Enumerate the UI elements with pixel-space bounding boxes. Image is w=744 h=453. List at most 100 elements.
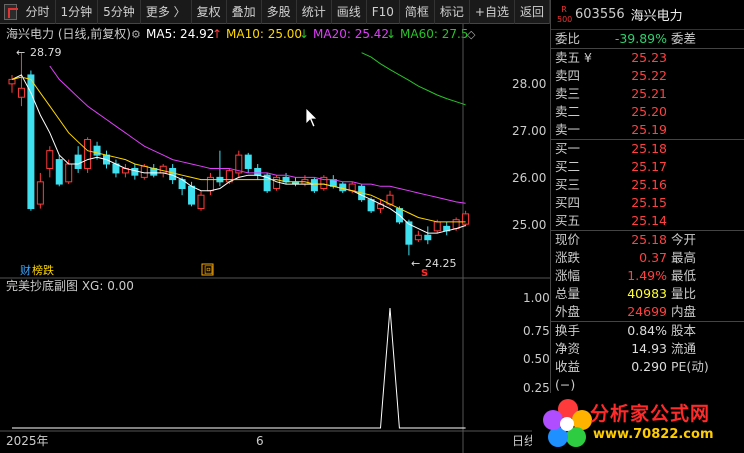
stat-value: 1.49% <box>627 268 667 283</box>
stat-row-eps: 收益(−) 0.290 PE(动) <box>551 358 744 392</box>
candle-body[interactable] <box>27 74 35 210</box>
chart-toolbar: 分时 1分钟 5分钟 更多 〉 复权 叠加 多股 统计 画线 F10 简框 标记… <box>0 0 550 24</box>
stat-right-label: 最低 <box>671 268 697 283</box>
stat-right-label: 流通 <box>671 341 697 356</box>
moving-average-lines <box>11 52 466 234</box>
bid-row-1[interactable]: 买一 25.18 <box>551 140 744 158</box>
ask-label: 卖三 <box>555 86 581 101</box>
toolbar-more-button[interactable]: 更多 〉 <box>141 0 192 24</box>
stat-value: 0.37 <box>639 250 667 265</box>
ask-row-1[interactable]: 卖一 25.19 <box>551 121 744 139</box>
candle-body[interactable] <box>84 139 92 169</box>
toolbar-1min-button[interactable]: 1分钟 <box>56 0 99 24</box>
replay-box-label[interactable]: 回 <box>204 265 213 276</box>
order-ratio-row: 委比 -39.89% 委差 <box>551 30 744 48</box>
stat-label: 现价 <box>555 232 581 247</box>
candlestick-series <box>8 53 470 256</box>
candle-body[interactable] <box>140 165 148 178</box>
bid-price: 25.16 <box>631 177 667 192</box>
toolbar-5min-button[interactable]: 5分钟 <box>98 0 141 24</box>
mouse-cursor-icon <box>305 107 318 128</box>
candle-body[interactable] <box>329 179 337 187</box>
ask-label: 卖一 <box>555 122 581 137</box>
bid-label: 买四 <box>555 195 581 210</box>
quote-panel: R 500 603556 海兴电力 委比 -39.89% 委差 卖五 ¥ 25.2… <box>550 0 744 453</box>
toolbar-add-watchlist-button[interactable]: +自选 <box>470 0 515 24</box>
price-tick-25: 25.00 <box>512 218 546 232</box>
ask-row-4[interactable]: 卖四 25.22 <box>551 67 744 85</box>
candle-body[interactable] <box>131 167 139 176</box>
toolbar-mark-button[interactable]: 标记 <box>435 0 470 24</box>
candle-body[interactable] <box>55 159 63 185</box>
indicator-title: 完美抄底副图 XG: 0.00 <box>6 278 134 293</box>
toolbar-statistics-button[interactable]: 统计 <box>297 0 332 24</box>
rank-badge[interactable]: 榜跌 <box>32 263 54 277</box>
order-ratio-value: -39.89% <box>614 31 667 46</box>
low-marker-arrow-icon: ← <box>411 257 420 270</box>
kline-chart[interactable]: 海兴电力 (日线,前复权) ⚙ MA5: 24.92 ↑ MA10: 25.00… <box>0 24 550 453</box>
ma60-diamond-icon: ◇ <box>467 28 476 41</box>
logo-title: 分析家公式网 <box>590 403 711 425</box>
candle-body[interactable] <box>414 234 422 241</box>
candle-body[interactable] <box>169 167 177 181</box>
candle-body[interactable] <box>159 165 167 174</box>
ma5-arrow-icon: ↑ <box>212 27 222 41</box>
toolbar-back-button[interactable]: 返回 <box>515 0 550 24</box>
stat-label: 总量 <box>555 286 581 301</box>
ma10-arrow-icon: ↓ <box>299 27 309 41</box>
candle-body[interactable] <box>17 87 25 98</box>
ma20-arrow-icon: ↓ <box>386 27 396 41</box>
flower-logo-icon <box>543 399 592 447</box>
bid-price: 25.14 <box>631 213 667 228</box>
r-tag: R <box>561 4 567 14</box>
settings-icon[interactable]: ⚙ <box>131 28 141 41</box>
ask-price: 25.23 <box>631 50 667 65</box>
candle-body[interactable] <box>367 199 375 212</box>
toolbar-intraday-button[interactable]: 分时 <box>21 0 56 24</box>
bid-price: 25.18 <box>631 141 667 156</box>
toolbar-f10-button[interactable]: F10 <box>367 0 400 24</box>
toolbar-multi-stock-button[interactable]: 多股 <box>262 0 297 24</box>
candle-body[interactable] <box>339 183 347 192</box>
stat-label: 涨跌 <box>555 250 581 265</box>
finance-badge[interactable]: 财 <box>20 263 31 277</box>
stat-value: 25.18 <box>631 232 667 247</box>
candle-body[interactable] <box>188 185 196 205</box>
candle-body[interactable] <box>46 150 54 169</box>
bid-row-2[interactable]: 买二 25.17 <box>551 158 744 176</box>
candle-body[interactable] <box>310 179 318 192</box>
candle-body[interactable] <box>74 154 82 169</box>
stat-value: 0.84% <box>627 323 667 338</box>
bid-row-4[interactable]: 买四 25.15 <box>551 194 744 212</box>
candle-body[interactable] <box>197 194 205 210</box>
candle-body[interactable] <box>225 170 233 183</box>
ask-row-5[interactable]: 卖五 ¥ 25.23 <box>551 49 744 67</box>
candle-body[interactable] <box>65 163 73 183</box>
toolbar-draw-line-button[interactable]: 画线 <box>332 0 367 24</box>
stock-code: 603556 <box>575 7 625 22</box>
candle-body[interactable] <box>424 234 432 241</box>
ask-row-2[interactable]: 卖二 25.20 <box>551 103 744 121</box>
ma5-label: MA5: 24.92 <box>146 27 214 41</box>
ask-price: 25.21 <box>631 86 667 101</box>
bid-row-5[interactable]: 买五 25.14 <box>551 212 744 230</box>
candle-body[interactable] <box>462 213 470 225</box>
bid-row-3[interactable]: 买三 25.16 <box>551 176 744 194</box>
candle-body[interactable] <box>273 176 281 190</box>
toolbar-adjust-button[interactable]: 复权 <box>192 0 227 24</box>
order-diff-label: 委差 <box>671 31 697 46</box>
bid-label: 买五 <box>555 213 581 228</box>
candle-body[interactable] <box>36 181 44 205</box>
candle-body[interactable] <box>452 219 460 230</box>
candle-body[interactable] <box>433 221 441 232</box>
ask-row-3[interactable]: 卖三 25.21 <box>551 85 744 103</box>
stat-label: 涨幅 <box>555 268 581 283</box>
candle-body[interactable] <box>254 167 262 176</box>
high-marker-arrow-icon: ← <box>16 46 25 59</box>
candle-body[interactable] <box>244 154 252 169</box>
toolbar-overlay-button[interactable]: 叠加 <box>227 0 262 24</box>
restore-window-icon[interactable] <box>4 3 18 20</box>
candle-body[interactable] <box>8 78 16 85</box>
toolbar-simple-frame-button[interactable]: 简框 <box>400 0 435 24</box>
stat-right-label: PE(动) <box>671 359 709 374</box>
